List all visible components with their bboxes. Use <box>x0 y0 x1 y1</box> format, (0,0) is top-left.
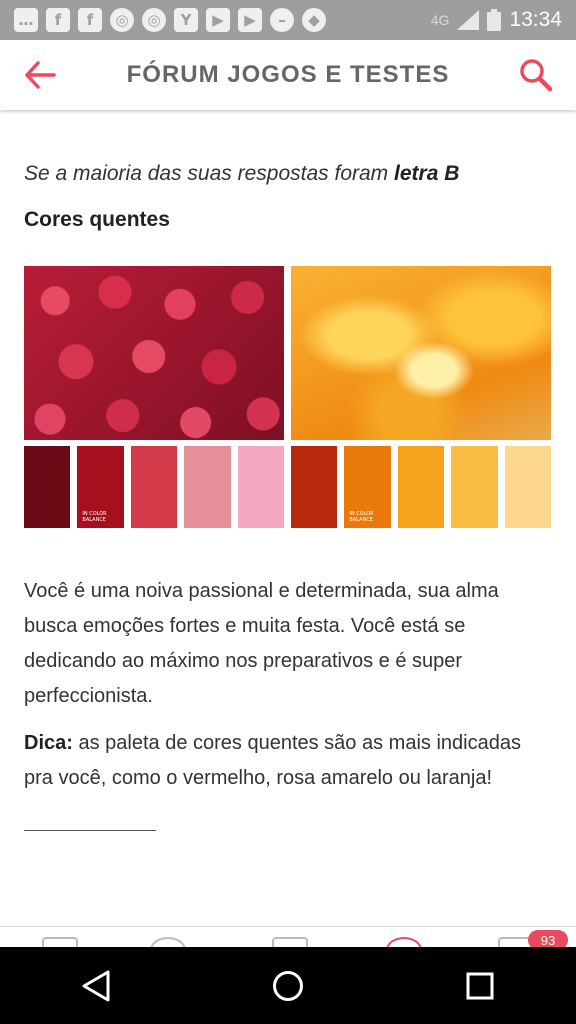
swatch <box>291 446 338 528</box>
post-content: Se a maioria das suas respostas foram le… <box>24 110 552 831</box>
search-icon <box>520 59 553 92</box>
navigation-bar <box>0 947 576 1024</box>
orange-swatches: IN COLOR BALANCE <box>291 446 552 528</box>
intro-text: Se a maioria das suas respostas foram le… <box>24 162 460 185</box>
divider <box>24 830 156 831</box>
chat-icon: … <box>14 8 38 32</box>
swatch: IN COLOR BALANCE <box>344 446 391 528</box>
notification-icons: … f f ◎ ◎ Y ▶ ▶ – ◆ <box>0 8 326 32</box>
wifi-icon: ◆ <box>302 8 326 32</box>
watermark: IN COLOR BALANCE <box>349 511 374 523</box>
yahoo-icon: Y <box>174 8 198 32</box>
flower-photo <box>291 266 551 440</box>
triangle-back-icon <box>82 970 110 1001</box>
color-palette-image[interactable]: IN COLOR BALANCE IN COLOR BALANCE <box>24 266 552 528</box>
page-title: FÓRUM JOGOS E TESTES <box>126 61 450 88</box>
chrome-icon: ◎ <box>142 8 166 32</box>
watermark: IN COLOR BALANCE <box>82 511 107 523</box>
palette-orange: IN COLOR BALANCE <box>291 266 552 528</box>
swatch <box>397 446 445 528</box>
network-type: 4G <box>430 12 450 28</box>
youtube-icon: ▶ <box>206 8 230 32</box>
signal-icon <box>457 10 480 30</box>
search-button[interactable] <box>496 58 576 92</box>
square-recents-icon <box>466 972 494 999</box>
chrome-icon: ◎ <box>110 8 134 32</box>
nav-back-button[interactable] <box>66 956 126 1016</box>
red-swatches: IN COLOR BALANCE <box>24 446 285 528</box>
nav-home-button[interactable] <box>258 956 318 1016</box>
nav-recents-button[interactable] <box>450 956 510 1016</box>
intro-bold: letra B <box>394 162 460 185</box>
palette-red: IN COLOR BALANCE <box>24 266 285 528</box>
circle-home-icon <box>273 970 303 1001</box>
swatch <box>237 446 285 528</box>
dnd-icon: – <box>270 8 294 32</box>
subheading: Cores quentes <box>24 208 170 231</box>
tip-text: as paleta de cores quentes são as mais i… <box>24 732 521 789</box>
swatch <box>504 446 552 528</box>
facebook-icon: f <box>78 8 102 32</box>
clock: 13:34 <box>509 8 562 31</box>
status-bar: … f f ◎ ◎ Y ▶ ▶ – ◆ 4G 13:34 <box>0 0 576 40</box>
facebook-icon: f <box>46 8 70 32</box>
swatch: IN COLOR BALANCE <box>77 446 124 528</box>
app-bar: FÓRUM JOGOS E TESTES <box>0 40 576 110</box>
battery-icon <box>487 9 502 31</box>
arrow-left-icon <box>25 61 56 89</box>
back-button[interactable] <box>0 61 80 89</box>
description-paragraph: Você é uma noiva passional e determinada… <box>24 580 499 707</box>
swatch <box>130 446 178 528</box>
raspberries-photo <box>24 266 284 440</box>
swatch <box>184 446 231 528</box>
swatch <box>24 446 71 528</box>
youtube-icon: ▶ <box>238 8 262 32</box>
bottom-tab-bar <box>0 926 576 948</box>
tip-paragraph: Dica: as paleta de cores quentes são as … <box>24 726 552 796</box>
swatch <box>451 446 498 528</box>
tip-label: Dica: <box>24 732 73 754</box>
